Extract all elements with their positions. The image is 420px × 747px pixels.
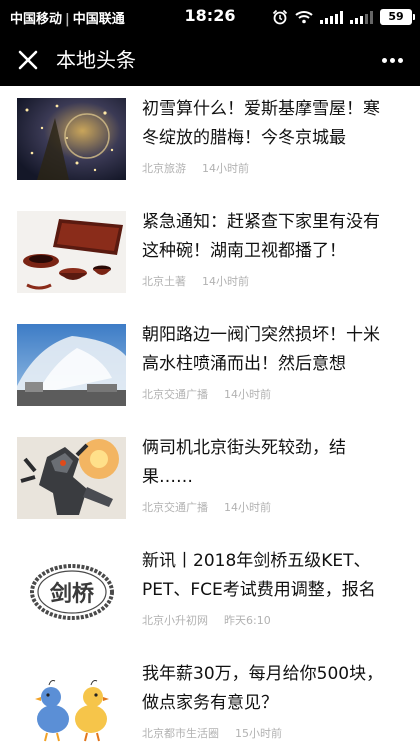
close-icon[interactable] xyxy=(14,46,42,74)
news-title[interactable]: 我年薪30万，每月给你500块，做点家务有意见？ xyxy=(142,660,396,718)
news-item[interactable]: 初雪算什么！爱斯基摩雪屋！寒冬绽放的腊梅！今冬京城最 北京旅游 14小时前 xyxy=(0,86,420,199)
news-source: 北京交通广播 xyxy=(142,501,208,514)
news-time: 14小时前 xyxy=(202,162,249,175)
cartoon-chicks xyxy=(17,663,126,745)
alarm-icon xyxy=(272,9,288,25)
snow-night-photo xyxy=(17,98,126,180)
battery-icon: 59 xyxy=(380,9,415,25)
news-source: 北京土著 xyxy=(142,275,186,288)
news-time: 14小时前 xyxy=(224,388,271,401)
news-item[interactable]: 我年薪30万，每月给你500块，做点家务有意见？ 北京都市生活圈 15小时前 xyxy=(0,651,420,747)
water-column-photo xyxy=(17,324,126,406)
signal-icon-2 xyxy=(350,10,373,24)
nav-bar: 本地头条 xyxy=(0,34,420,86)
wifi-icon xyxy=(295,11,313,24)
news-source: 北京交通广播 xyxy=(142,388,208,401)
page-title: 本地头条 xyxy=(56,48,136,72)
news-item[interactable]: 剑桥 新讯丨2018年剑桥五级KET、PET、FCE考试费用调整，报名 北京小升… xyxy=(0,538,420,651)
thumbnail xyxy=(17,324,126,406)
news-source: 北京小升初网 xyxy=(142,614,208,627)
robot-photo xyxy=(17,437,126,519)
news-feed: 初雪算什么！爱斯基摩雪屋！寒冬绽放的腊梅！今冬京城最 北京旅游 14小时前 紧急通… xyxy=(0,86,420,747)
lacquer-bowls-photo xyxy=(17,211,126,293)
news-title[interactable]: 初雪算什么！爱斯基摩雪屋！寒冬绽放的腊梅！今冬京城最 xyxy=(142,95,396,153)
stamp-text: 剑桥 xyxy=(49,581,94,607)
news-meta: 北京小升初网 昨天6:10 xyxy=(142,612,271,628)
news-item[interactable]: 朝阳路边一阀门突然损坏！十米高水柱喷涌而出！然后意想 北京交通广播 14小时前 xyxy=(0,312,420,425)
cambridge-stamp: 剑桥 xyxy=(17,550,126,632)
news-meta: 北京旅游 14小时前 xyxy=(142,160,249,176)
thumbnail: 剑桥 xyxy=(17,550,126,632)
thumbnail xyxy=(17,437,126,519)
news-item[interactable]: 紧急通知：赶紧查下家里有没有这种碗！湖南卫视都播了！ 北京土著 14小时前 xyxy=(0,199,420,312)
signal-icon xyxy=(320,10,343,24)
news-meta: 北京土著 14小时前 xyxy=(142,273,249,289)
news-title[interactable]: 紧急通知：赶紧查下家里有没有这种碗！湖南卫视都播了！ xyxy=(142,208,396,266)
news-meta: 北京交通广播 14小时前 xyxy=(142,386,271,402)
status-icons: 59 xyxy=(272,8,415,26)
thumbnail xyxy=(17,98,126,180)
news-time: 15小时前 xyxy=(235,727,282,740)
news-title[interactable]: 俩司机北京街头死较劲，结果…… xyxy=(142,434,396,492)
news-time: 14小时前 xyxy=(202,275,249,288)
thumbnail xyxy=(17,663,126,745)
news-title[interactable]: 新讯丨2018年剑桥五级KET、PET、FCE考试费用调整，报名 xyxy=(142,547,396,605)
more-dots-icon[interactable] xyxy=(378,46,406,74)
status-bar: 中国移动 | 中国联通 18:26 59 xyxy=(0,0,420,34)
news-meta: 北京交通广播 14小时前 xyxy=(142,499,271,515)
news-title[interactable]: 朝阳路边一阀门突然损坏！十米高水柱喷涌而出！然后意想 xyxy=(142,321,396,379)
thumbnail xyxy=(17,211,126,293)
news-meta: 北京都市生活圈 15小时前 xyxy=(142,725,282,741)
news-item[interactable]: 俩司机北京街头死较劲，结果…… 北京交通广播 14小时前 xyxy=(0,425,420,538)
news-time: 昨天6:10 xyxy=(224,614,271,627)
news-source: 北京旅游 xyxy=(142,162,186,175)
news-time: 14小时前 xyxy=(224,501,271,514)
news-source: 北京都市生活圈 xyxy=(142,727,219,740)
